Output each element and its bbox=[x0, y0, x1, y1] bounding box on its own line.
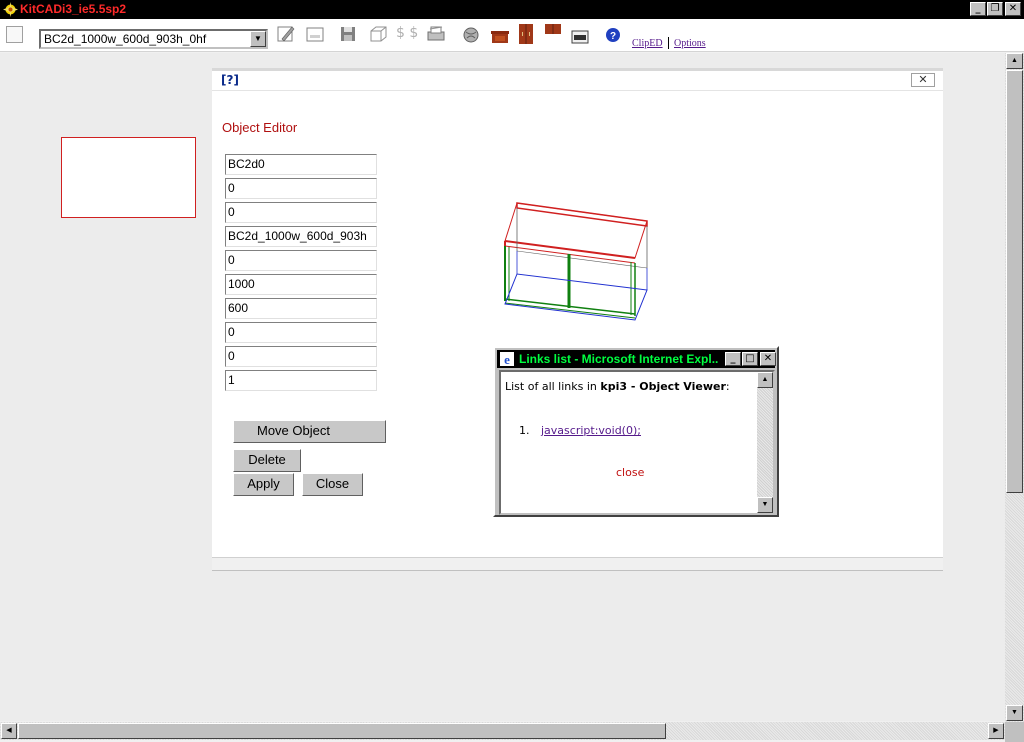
base-cabinet-icon[interactable] bbox=[490, 23, 510, 45]
toolbar: BC2d_1000w_600d_903h_0hf ▼ $ $ ? ClipED … bbox=[0, 19, 1024, 52]
object-select-value: BC2d_1000w_600d_903h_0hf bbox=[44, 32, 207, 46]
link-item[interactable]: javascript:void(0); bbox=[541, 424, 641, 437]
dialog-footer-bar bbox=[212, 557, 943, 571]
dialog-close-icon[interactable]: ✕ bbox=[911, 73, 935, 87]
wall-cabinet-icon[interactable] bbox=[543, 23, 563, 45]
window-title: KitCADi3_ie5.5sp2 bbox=[20, 2, 127, 16]
dialog-header: [?] ✕ bbox=[212, 71, 943, 91]
edit-icon[interactable] bbox=[276, 23, 296, 45]
field-8[interactable]: 0 bbox=[225, 322, 377, 343]
pricing-icon[interactable]: $ $ bbox=[396, 25, 418, 41]
field-9[interactable]: 0 bbox=[225, 346, 377, 367]
scrollbar-corner bbox=[1005, 722, 1024, 742]
scroll-up-icon[interactable]: ▲ bbox=[1006, 53, 1023, 69]
appliance-icon[interactable] bbox=[570, 23, 590, 45]
help-icon[interactable]: ? bbox=[603, 23, 623, 45]
globe-icon[interactable] bbox=[461, 23, 481, 45]
move-object-button[interactable]: Move Object bbox=[233, 420, 386, 443]
scroll-down-icon[interactable]: ▼ bbox=[757, 497, 773, 513]
link-number: 1. bbox=[519, 424, 530, 437]
toolbar-blank-button[interactable] bbox=[6, 26, 23, 43]
field-2[interactable]: 0 bbox=[225, 178, 377, 199]
svg-text:?: ? bbox=[610, 31, 616, 42]
popup-scrollbar[interactable]: ▲ ▼ bbox=[757, 372, 773, 513]
field-width[interactable]: 1000 bbox=[225, 274, 377, 295]
restore-button[interactable]: ❐ bbox=[987, 2, 1003, 16]
delete-button[interactable]: Delete bbox=[233, 449, 301, 472]
scroll-up-icon[interactable]: ▲ bbox=[757, 372, 773, 388]
field-depth[interactable]: 600 bbox=[225, 298, 377, 319]
popup-titlebar: e Links list - Microsoft Internet Expl..… bbox=[497, 350, 776, 368]
popup-content: List of all links in kpi3 - Object Viewe… bbox=[499, 370, 775, 515]
cliped-link[interactable]: ClipED bbox=[632, 38, 663, 49]
popup-close-link[interactable]: close bbox=[616, 466, 644, 479]
toolbar-separator bbox=[668, 37, 669, 49]
field-5[interactable]: 0 bbox=[225, 250, 377, 271]
object-placeholder-box[interactable] bbox=[61, 137, 196, 218]
editor-title: Object Editor bbox=[222, 120, 298, 135]
vertical-scrollbar[interactable]: ▲ ▼ bbox=[1005, 53, 1024, 722]
options-link[interactable]: Options bbox=[674, 38, 706, 49]
horizontal-scrollbar[interactable]: ◀ ▶ bbox=[0, 722, 1005, 740]
minimize-button[interactable]: _ bbox=[970, 2, 986, 16]
field-object-name[interactable]: BC2d_1000w_600d_903h bbox=[225, 226, 377, 247]
vertical-scroll-thumb[interactable] bbox=[1006, 70, 1023, 493]
links-list-window: e Links list - Microsoft Internet Expl..… bbox=[493, 346, 779, 517]
field-object-id[interactable]: BC2d0 bbox=[225, 154, 377, 175]
popup-page-name: kpi3 - Object Viewer bbox=[600, 380, 726, 393]
ie-icon: e bbox=[500, 352, 514, 366]
object-select[interactable]: BC2d_1000w_600d_903h_0hf ▼ bbox=[39, 29, 268, 49]
kitcad-app-icon bbox=[3, 2, 18, 17]
dialog-help-link[interactable]: [?] bbox=[221, 73, 239, 87]
field-10[interactable]: 1 bbox=[225, 370, 377, 391]
save-icon[interactable] bbox=[338, 23, 358, 45]
svg-text:e: e bbox=[504, 352, 510, 366]
horizontal-scroll-thumb[interactable] bbox=[18, 723, 666, 739]
app-titlebar: KitCADi3_ie5.5sp2 _ ❐ ✕ bbox=[0, 0, 1024, 19]
3d-box-icon[interactable] bbox=[368, 23, 388, 45]
apply-button[interactable]: Apply bbox=[233, 473, 294, 496]
close-window-button[interactable]: ✕ bbox=[1005, 2, 1021, 16]
cabinet-3d-preview[interactable] bbox=[497, 196, 667, 321]
popup-close-button[interactable]: ✕ bbox=[760, 352, 776, 366]
field-3[interactable]: 0 bbox=[225, 202, 377, 223]
popup-maximize-button[interactable]: □ bbox=[742, 352, 758, 366]
print-icon[interactable] bbox=[426, 23, 446, 45]
tall-cabinet-icon[interactable] bbox=[516, 23, 536, 45]
close-button[interactable]: Close bbox=[302, 473, 363, 496]
popup-minimize-button[interactable]: _ bbox=[725, 352, 741, 366]
scroll-left-icon[interactable]: ◀ bbox=[1, 723, 17, 739]
form-icon[interactable] bbox=[305, 23, 325, 45]
popup-title: Links list - Microsoft Internet Expl... bbox=[519, 352, 719, 366]
popup-intro-text: List of all links in kpi3 - Object Viewe… bbox=[505, 380, 730, 393]
scroll-down-icon[interactable]: ▼ bbox=[1006, 705, 1023, 721]
scroll-right-icon[interactable]: ▶ bbox=[988, 723, 1004, 739]
chevron-down-icon[interactable]: ▼ bbox=[250, 31, 266, 47]
